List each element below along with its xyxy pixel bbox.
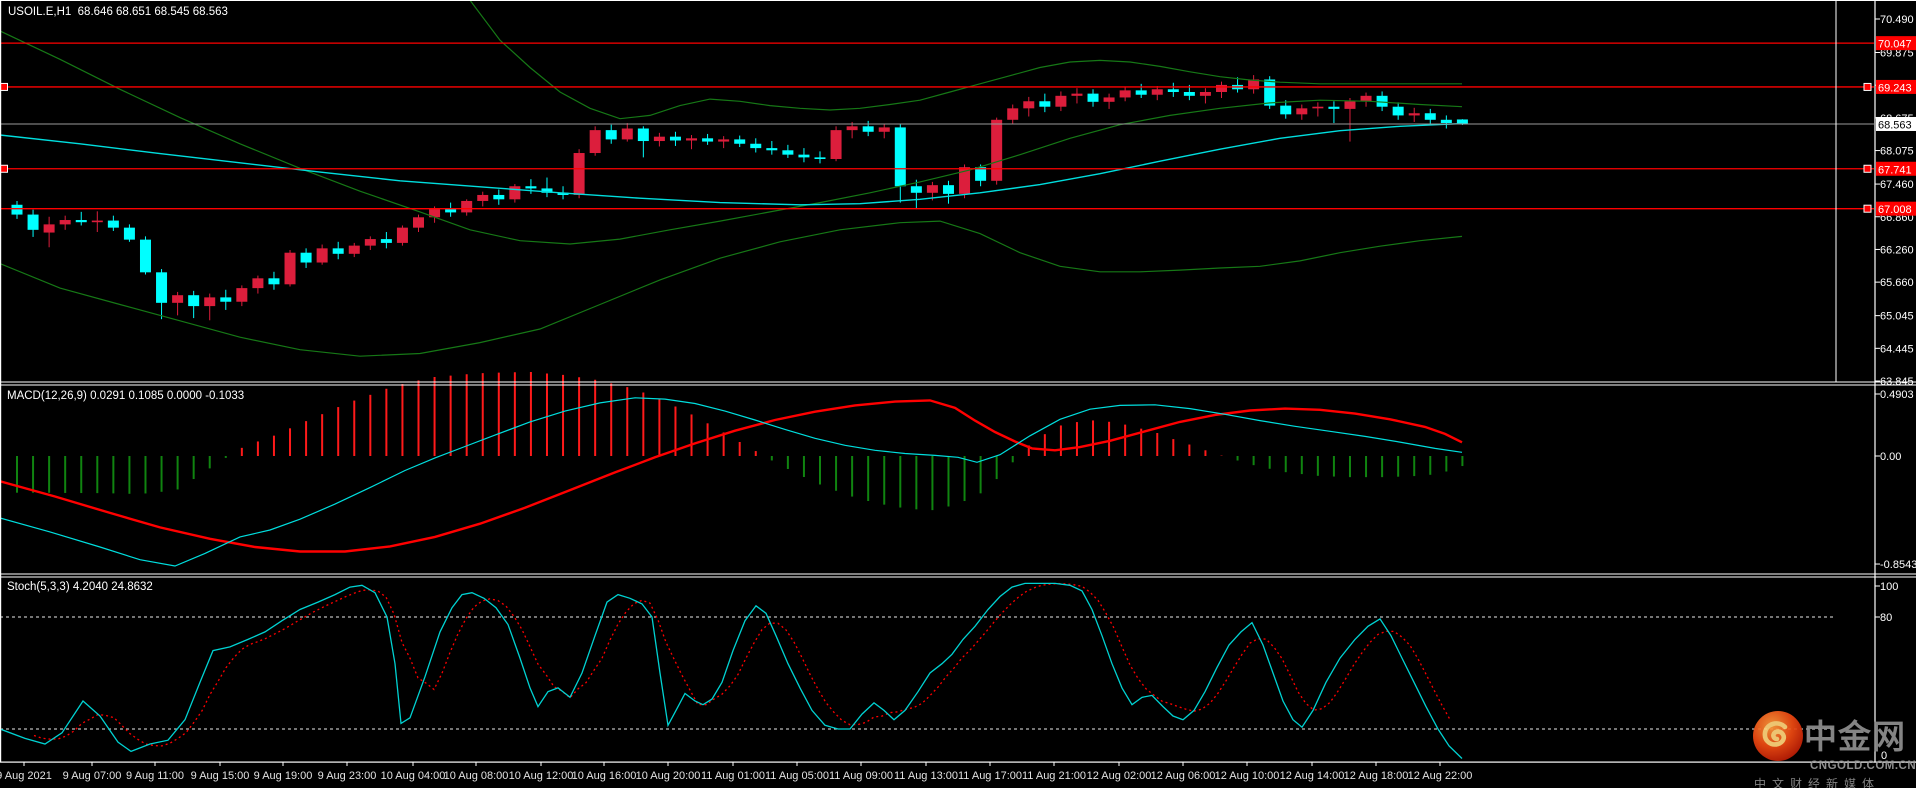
svg-text:12 Aug 06:00: 12 Aug 06:00: [1151, 770, 1216, 782]
watermark-tagline-text: 中文财经新媒体: [1754, 777, 1881, 788]
svg-text:68.563: 68.563: [1878, 119, 1912, 131]
stoch-panel[interactable]: [0, 582, 1874, 759]
svg-text:10 Aug 04:00: 10 Aug 04:00: [381, 770, 446, 782]
symbol-title: USOIL.E,H1 68.646 68.651 68.545 68.563: [8, 6, 228, 18]
chart-canvas[interactable]: 70.49069.87569.27568.67568.07567.46066.8…: [0, 0, 1916, 788]
svg-text:67.741: 67.741: [1878, 164, 1912, 176]
svg-text:10 Aug 08:00: 10 Aug 08:00: [444, 770, 509, 782]
svg-text:70.047: 70.047: [1878, 39, 1912, 51]
svg-text:9 Aug 07:00: 9 Aug 07:00: [63, 770, 122, 782]
watermark-brand-text: 中金网: [1804, 717, 1906, 755]
svg-text:9 Aug 19:00: 9 Aug 19:00: [254, 770, 313, 782]
stoch-axis-zero-label: 0: [1881, 750, 1888, 762]
svg-text:12 Aug 22:00: 12 Aug 22:00: [1408, 770, 1473, 782]
svg-text:11 Aug 01:00: 11 Aug 01:00: [701, 770, 765, 782]
svg-text:12 Aug 14:00: 12 Aug 14:00: [1280, 770, 1345, 782]
panel-separator: [0, 761, 1916, 763]
price-axis[interactable]: 70.49069.87569.27568.67568.07567.46066.8…: [1875, 14, 1916, 624]
cngold-logo-icon: [1753, 711, 1803, 761]
svg-text:65.045: 65.045: [1880, 311, 1914, 323]
svg-text:65.660: 65.660: [1880, 277, 1914, 289]
svg-text:66.260: 66.260: [1880, 244, 1914, 256]
svg-text:0.4903: 0.4903: [1880, 389, 1914, 401]
watermark-domain-text: CNGOLD.COM.CN: [1810, 760, 1916, 772]
panel-separator: [0, 573, 1916, 575]
svg-text:9 Aug 15:00: 9 Aug 15:00: [191, 770, 250, 782]
panel-separator: [0, 576, 1916, 578]
svg-text:9 Aug 23:00: 9 Aug 23:00: [318, 770, 377, 782]
svg-text:12 Aug 18:00: 12 Aug 18:00: [1344, 770, 1409, 782]
svg-text:70.490: 70.490: [1880, 14, 1914, 26]
svg-text:11 Aug 17:00: 11 Aug 17:00: [958, 770, 1022, 782]
svg-text:64.445: 64.445: [1880, 343, 1914, 355]
svg-text:67.460: 67.460: [1880, 179, 1914, 191]
panel-separator: [0, 0, 1916, 1]
svg-text:11 Aug 09:00: 11 Aug 09:00: [829, 770, 893, 782]
svg-text:11 Aug 13:00: 11 Aug 13:00: [894, 770, 958, 782]
svg-text:63.845: 63.845: [1880, 376, 1914, 388]
trading-terminal-window: 70.49069.87569.27568.67568.07567.46066.8…: [0, 0, 1916, 788]
svg-text:12 Aug 02:00: 12 Aug 02:00: [1087, 770, 1152, 782]
svg-text:67.008: 67.008: [1878, 204, 1912, 216]
svg-text:10 Aug 12:00: 10 Aug 12:00: [509, 770, 574, 782]
time-axis[interactable]: 9 Aug 2021 9 Aug 07:00 9 Aug 11:00 9 Aug 15…: [0, 762, 1472, 782]
stoch-indicator-label: Stoch(5,3,3) 4.2040 24.8632: [7, 581, 153, 593]
svg-text:10 Aug 16:00: 10 Aug 16:00: [572, 770, 637, 782]
svg-text:69.243: 69.243: [1878, 82, 1912, 94]
macd-indicator-label: MACD(12,26,9) 0.0291 0.1085 0.0000 -0.10…: [7, 390, 245, 402]
svg-text:11 Aug 21:00: 11 Aug 21:00: [1022, 770, 1086, 782]
svg-text:100: 100: [1880, 581, 1898, 593]
svg-text:11 Aug 05:00: 11 Aug 05:00: [765, 770, 829, 782]
panel-separator: [0, 384, 1916, 386]
svg-text:10 Aug 20:00: 10 Aug 20:00: [636, 770, 701, 782]
svg-text:-0.8543: -0.8543: [1880, 559, 1916, 571]
panel-separator: [0, 381, 1916, 383]
svg-text:80: 80: [1880, 612, 1892, 624]
main-price-panel[interactable]: [0, 0, 1468, 357]
svg-text:68.075: 68.075: [1880, 146, 1914, 158]
svg-text:0.00: 0.00: [1880, 451, 1901, 463]
svg-text:9 Aug 11:00: 9 Aug 11:00: [126, 770, 184, 782]
cngold-watermark: 中金网 CNGOLD.COM.CN 中文财经新媒体: [1752, 710, 1916, 788]
svg-text:9 Aug 2021: 9 Aug 2021: [0, 770, 52, 782]
svg-text:12 Aug 10:00: 12 Aug 10:00: [1215, 770, 1280, 782]
